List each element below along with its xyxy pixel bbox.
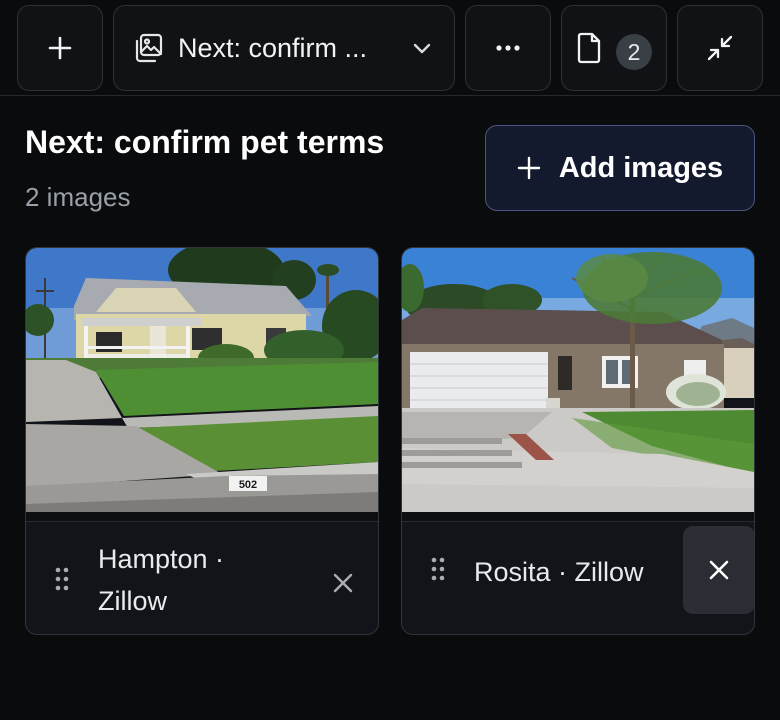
more-options-button[interactable] bbox=[465, 5, 551, 91]
close-icon bbox=[709, 560, 729, 580]
new-button[interactable] bbox=[17, 5, 103, 91]
session-title: Next: confirm ... bbox=[178, 32, 368, 63]
plus-icon bbox=[517, 156, 541, 180]
house-number: 502 bbox=[239, 479, 257, 491]
images-icon bbox=[135, 33, 163, 63]
image-count: 2 images bbox=[25, 182, 131, 212]
drag-handle-icon[interactable] bbox=[430, 556, 446, 582]
image-card[interactable]: 502 Hampton · Zillow bbox=[25, 247, 379, 635]
session-selector[interactable]: Next: confirm ... bbox=[113, 5, 455, 91]
plus-icon bbox=[48, 36, 72, 60]
image-label: Rosita · Zillow bbox=[474, 557, 644, 587]
house-photo bbox=[402, 248, 754, 512]
image-label: Hampton · Zillow bbox=[98, 544, 225, 616]
card-divider bbox=[402, 512, 754, 522]
add-images-label: Add images bbox=[558, 151, 724, 184]
card-divider bbox=[26, 512, 378, 522]
top-toolbar: Next: confirm ... 2 bbox=[0, 0, 780, 96]
add-images-button[interactable]: Add images bbox=[485, 125, 755, 211]
remove-image-button[interactable] bbox=[683, 526, 754, 614]
collapse-arrows-icon bbox=[707, 35, 733, 61]
ellipsis-icon bbox=[496, 45, 520, 51]
image-card[interactable]: Rosita · Zillow bbox=[401, 247, 755, 635]
close-icon bbox=[333, 573, 353, 593]
chevron-down-icon bbox=[413, 43, 431, 54]
drag-handle-icon[interactable] bbox=[54, 566, 70, 592]
documents-button[interactable]: 2 bbox=[561, 5, 667, 91]
page-title: Next: confirm pet terms bbox=[25, 124, 385, 160]
remove-image-button[interactable] bbox=[323, 563, 363, 603]
collapse-button[interactable] bbox=[677, 5, 763, 91]
house-photo: 502 bbox=[26, 248, 378, 512]
document-count-badge: 2 bbox=[616, 34, 652, 70]
document-icon bbox=[577, 32, 601, 64]
